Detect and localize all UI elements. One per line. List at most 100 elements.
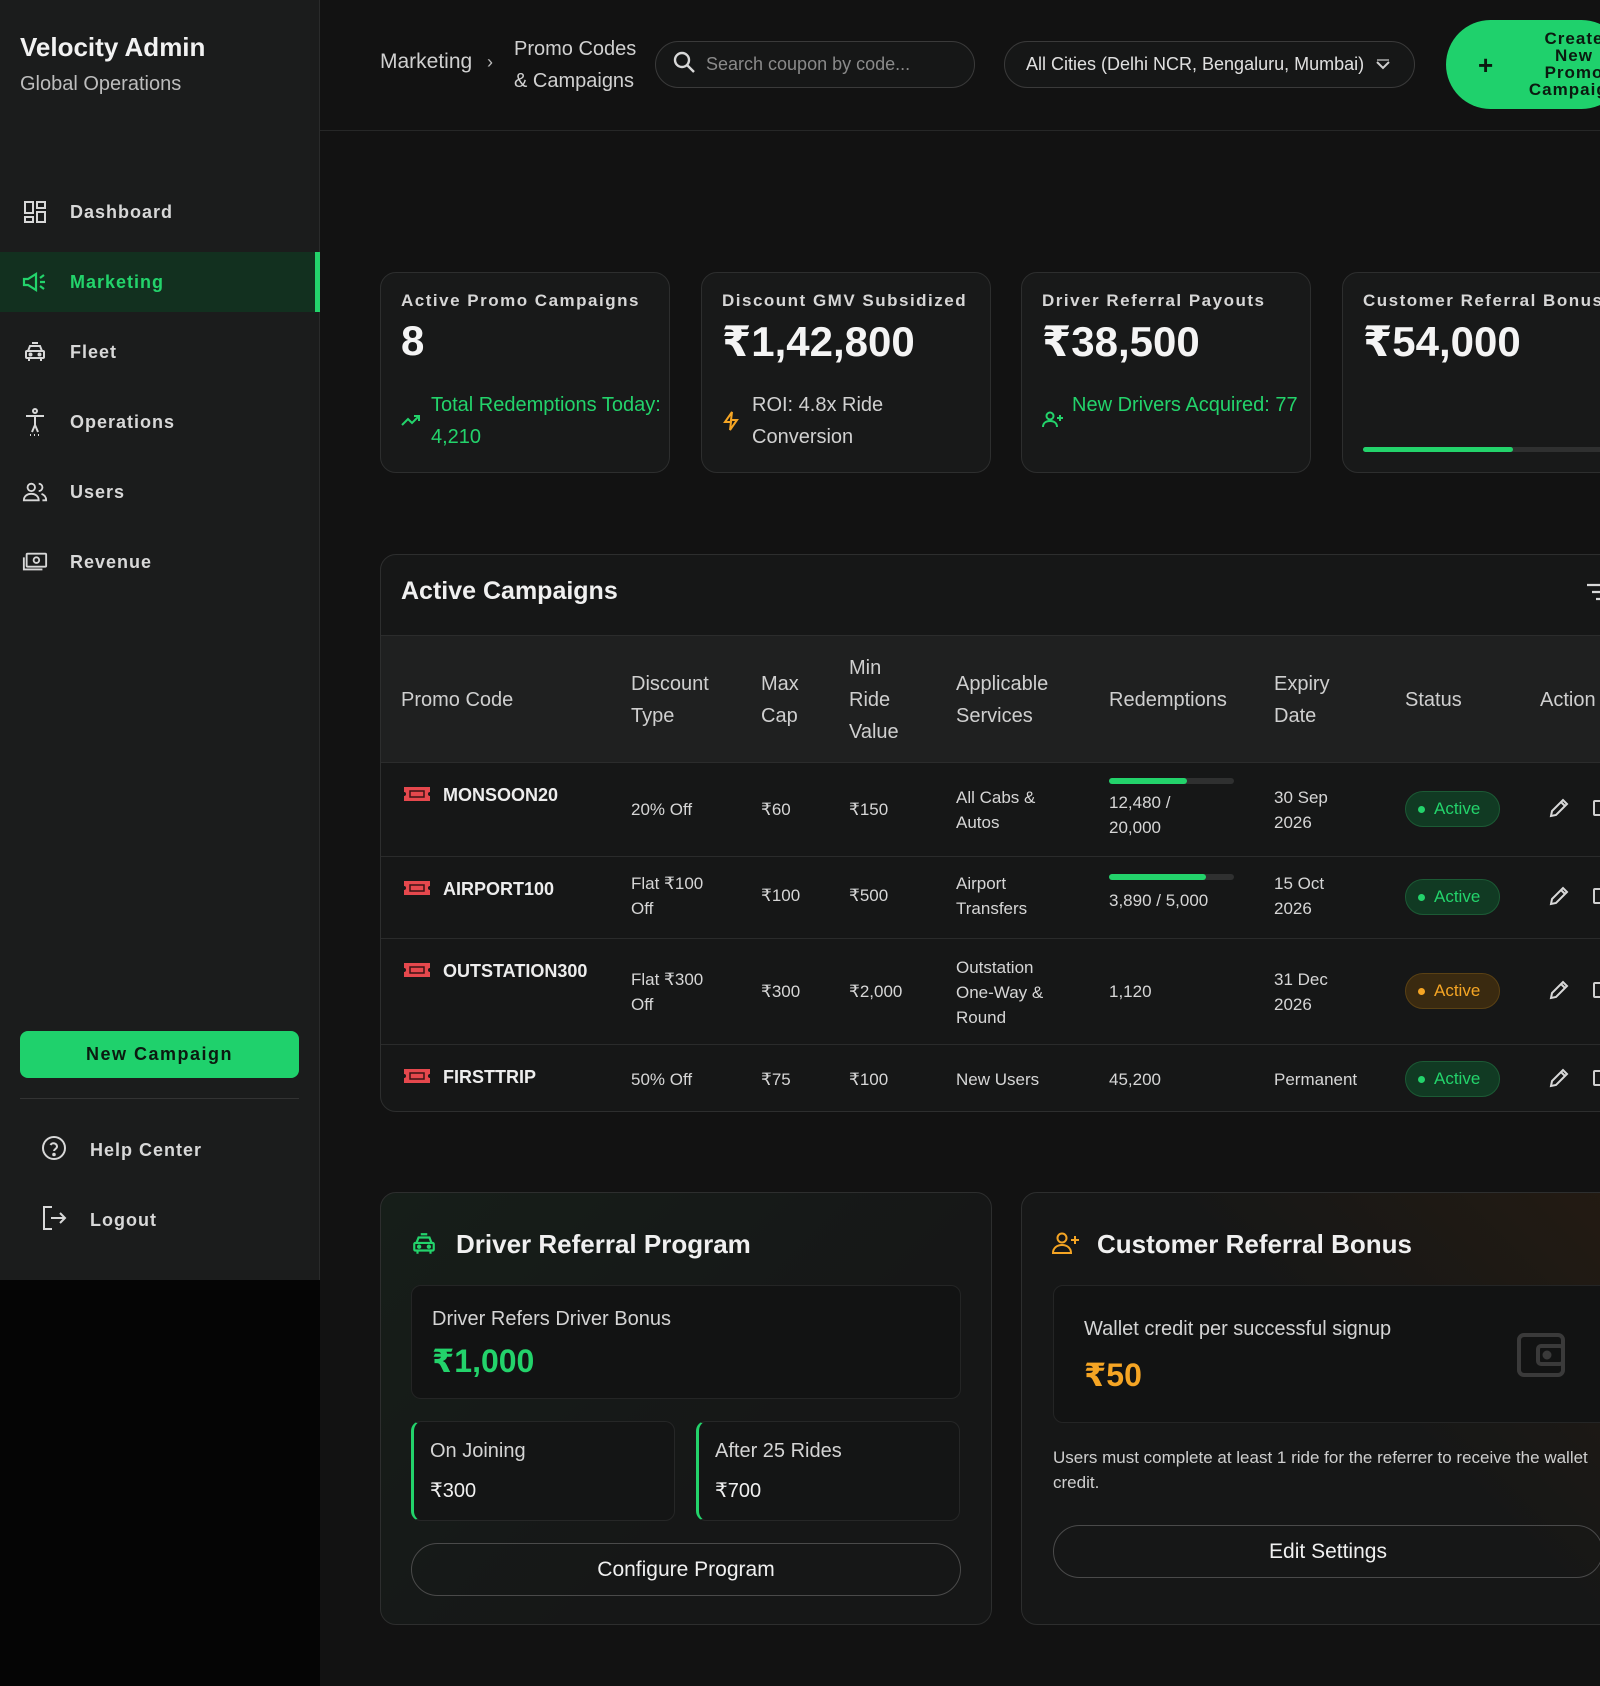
sidebar-item-label: Users — [70, 481, 126, 502]
search-input[interactable] — [706, 54, 946, 75]
expiry-date: 30 Sep 2026 — [1274, 788, 1328, 832]
promo-code: AIRPORT100 — [443, 879, 555, 899]
status-badge: Active — [1405, 1061, 1500, 1097]
help-icon — [40, 1134, 68, 1167]
megaphone-icon — [22, 269, 48, 295]
sidebar-item-fleet[interactable]: Fleet — [0, 322, 320, 382]
discount-type: Flat ₹300 Off — [631, 970, 704, 1014]
status-dot — [1418, 987, 1425, 995]
edit-icon[interactable] — [1548, 797, 1570, 824]
table-row[interactable]: OUTSTATION300 Flat ₹300 Off ₹300 ₹2,000 … — [381, 939, 1600, 1045]
breadcrumb-current: Promo Codes & Campaigns — [514, 38, 637, 92]
status-label: Active — [1434, 981, 1481, 1000]
configure-program-button[interactable]: Configure Program — [411, 1543, 961, 1596]
bonus-value: ₹1,000 — [432, 1343, 535, 1379]
status-dot — [1418, 893, 1425, 901]
car-icon — [411, 1231, 437, 1262]
redemptions: 12,480 / 20,000 — [1109, 793, 1171, 837]
credit-label: Wallet credit per successful signup — [1084, 1318, 1392, 1340]
min-ride-value: ₹100 — [849, 1070, 889, 1089]
credit-value: ₹50 — [1084, 1357, 1142, 1393]
sidebar-item-label: Operations — [70, 411, 176, 432]
trending-up-icon — [401, 411, 421, 434]
sidebar-item-dashboard[interactable]: Dashboard — [0, 182, 320, 242]
ticket-icon — [403, 879, 431, 902]
sidebar-item-revenue[interactable]: Revenue — [0, 532, 320, 592]
status-badge: Active — [1405, 879, 1500, 915]
breadcrumb-marketing[interactable]: Marketing — [380, 50, 472, 74]
search-icon — [672, 50, 696, 79]
column-header: Action — [1540, 689, 1596, 711]
sidebar-item-users[interactable]: Users — [0, 462, 320, 522]
sidebar-item-marketing[interactable]: Marketing — [0, 252, 320, 312]
column-header: Status — [1405, 689, 1462, 711]
help-center-label: Help Center — [90, 1139, 203, 1160]
city-filter-value: All Cities (Delhi NCR, Bengaluru, Mumbai… — [1026, 54, 1365, 74]
column-header: Promo Code — [401, 689, 514, 711]
discount-type: 20% Off — [631, 800, 693, 819]
column-header: Max Cap — [761, 673, 799, 727]
sidebar-item-operations[interactable]: Operations — [0, 392, 320, 452]
split-value: ₹300 — [430, 1480, 477, 1502]
delete-icon[interactable] — [1593, 1070, 1600, 1086]
user-plus-icon — [1051, 1231, 1080, 1260]
create-promo-campaign-button[interactable]: + Create New Promo Campaign — [1446, 20, 1600, 109]
sidebar-item-label: Revenue — [70, 551, 153, 572]
customer-referral-card: Customer Referral Bonus Wallet credit pe… — [1021, 1192, 1600, 1625]
edit-icon[interactable] — [1548, 1067, 1570, 1094]
card-title: Driver Referral Program — [456, 1229, 751, 1259]
city-filter-select[interactable]: All Cities (Delhi NCR, Bengaluru, Mumbai… — [1004, 41, 1415, 88]
promo-code: OUTSTATION300 — [443, 961, 588, 981]
delete-icon[interactable] — [1593, 800, 1600, 816]
edit-settings-button[interactable]: Edit Settings — [1053, 1525, 1600, 1578]
table-row[interactable]: MONSOON20 20% Off ₹60 ₹150 All Cabs & Au… — [381, 763, 1600, 857]
promo-code: FIRSTTRIP — [443, 1067, 536, 1087]
discount-type: Flat ₹100 Off — [631, 874, 704, 918]
expiry-date: Permanent — [1274, 1070, 1358, 1089]
status-dot — [1418, 1075, 1425, 1083]
stat-progress-bar — [1363, 447, 1600, 452]
dashboard-icon — [22, 199, 48, 225]
person-standing-icon — [22, 408, 48, 436]
max-cap: ₹75 — [761, 1070, 791, 1089]
wallet-icon — [1516, 1330, 1566, 1383]
help-center-link[interactable]: Help Center — [40, 1130, 202, 1170]
new-campaign-button[interactable]: New Campaign — [20, 1031, 299, 1078]
ticket-icon — [403, 785, 431, 808]
delete-icon[interactable] — [1593, 982, 1600, 998]
logout-link[interactable]: Logout — [40, 1200, 157, 1240]
edit-icon[interactable] — [1548, 885, 1570, 912]
expiry-date: 15 Oct 2026 — [1274, 874, 1325, 918]
after-rides-panel: After 25 Rides ₹700 — [696, 1421, 960, 1521]
column-header: Applicable Services — [956, 673, 1049, 727]
stat-card-driver-referral: Driver Referral Payouts ₹38,500 New Driv… — [1021, 272, 1311, 473]
filter-icon[interactable] — [1584, 581, 1600, 608]
search-box[interactable] — [655, 41, 975, 88]
status-label: Active — [1434, 1069, 1481, 1088]
stat-progress-fill — [1363, 447, 1513, 452]
bolt-icon — [722, 411, 740, 436]
sidebar-item-label: Marketing — [70, 271, 165, 292]
stat-note: New Drivers Acquired: 77 — [1072, 394, 1298, 416]
redemptions: 1,120 — [1109, 982, 1152, 1001]
referral-note: Users must complete at least 1 ride for … — [1053, 1448, 1588, 1492]
status-dot — [1418, 805, 1425, 813]
status-badge: Active — [1405, 791, 1500, 827]
edit-icon[interactable] — [1548, 979, 1570, 1006]
expiry-date: 31 Dec 2026 — [1274, 970, 1328, 1014]
column-header: Discount Type — [631, 673, 709, 727]
user-plus-icon — [1042, 411, 1064, 434]
discount-type: 50% Off — [631, 1070, 693, 1089]
stat-label: Driver Referral Payouts — [1042, 291, 1266, 310]
plus-icon: + — [1478, 50, 1494, 80]
brand-subtitle: Global Operations — [20, 73, 182, 95]
promo-code-cell: AIRPORT100 — [403, 879, 554, 902]
stat-card-discount-gmv: Discount GMV Subsidized ₹1,42,800 ROI: 4… — [701, 272, 991, 473]
table-row[interactable]: AIRPORT100 Flat ₹100 Off ₹100 ₹500 Airpo… — [381, 857, 1600, 939]
table-row[interactable]: FIRSTTRIP 50% Off ₹75 ₹100 New Users 45,… — [381, 1045, 1600, 1111]
delete-icon[interactable] — [1593, 888, 1600, 904]
min-ride-value: ₹500 — [849, 886, 889, 905]
column-header: Min Ride Value — [849, 657, 899, 743]
stat-label: Active Promo Campaigns — [401, 291, 640, 310]
stat-label: Discount GMV Subsidized — [722, 291, 968, 310]
